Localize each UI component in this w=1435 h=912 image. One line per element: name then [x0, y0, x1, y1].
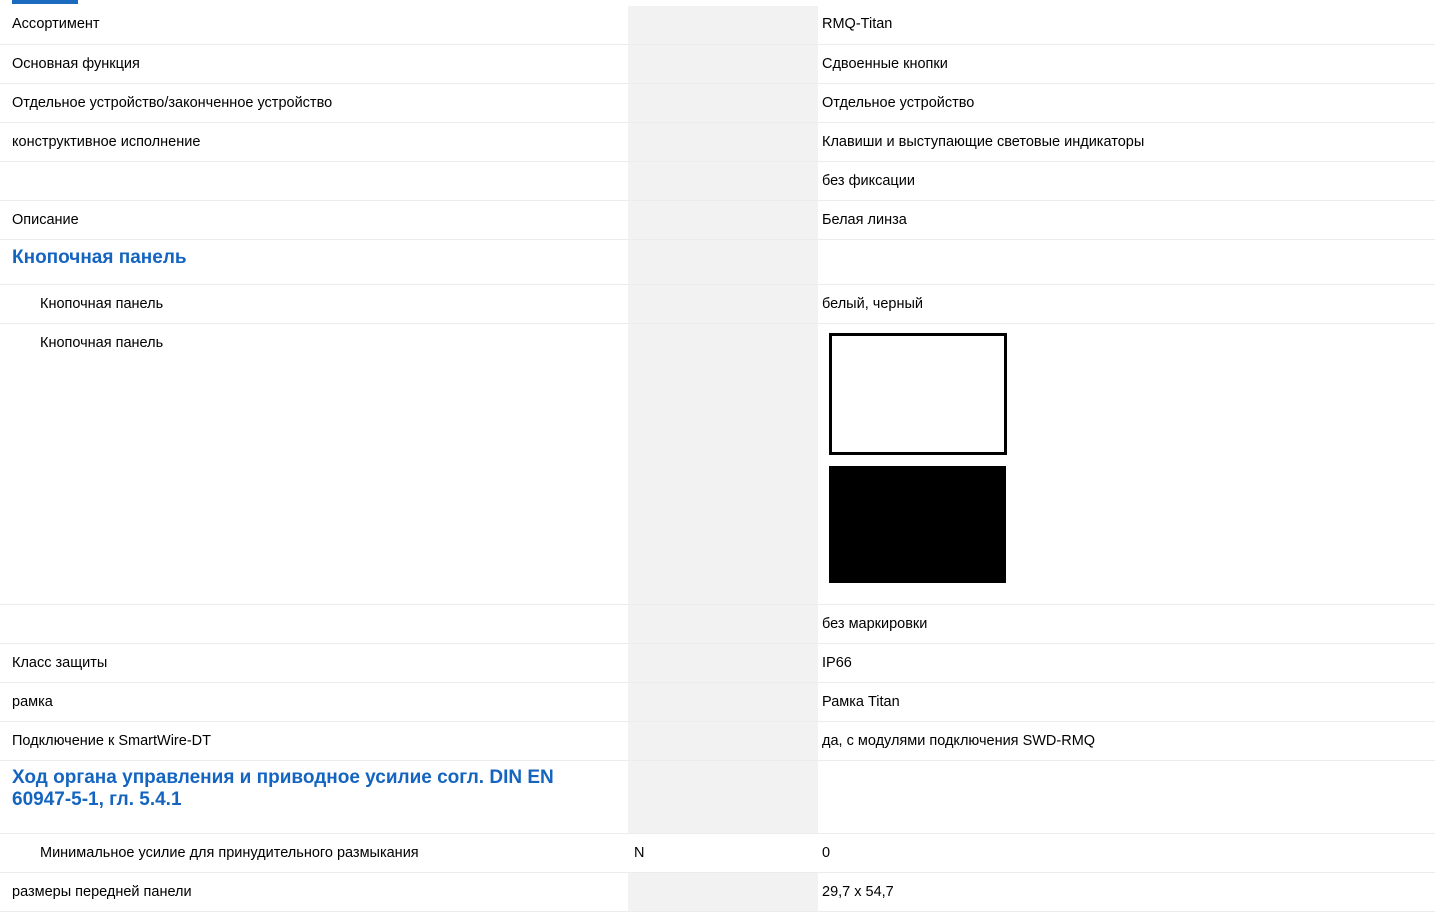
row-value: Белая линза	[818, 200, 1435, 240]
row-label: Класс защиты	[0, 643, 628, 683]
row-label	[0, 161, 628, 201]
row-value: да, с модулями подключения SWD-RMQ	[818, 721, 1435, 761]
row-label: Подключение к SmartWire-DT	[0, 721, 628, 761]
row-value: Сдвоенные кнопки	[818, 44, 1435, 84]
spec-row: Кнопочная панель белый, черный	[0, 284, 1435, 324]
spec-row: Класс защиты IP66	[0, 643, 1435, 683]
row-label: конструктивное исполнение	[0, 122, 628, 162]
section-title: Кнопочная панель	[0, 239, 628, 285]
section-title: Ход органа управления и приводное усилие…	[0, 760, 628, 834]
row-label	[0, 604, 628, 644]
row-label: Описание	[0, 200, 628, 240]
row-label: Кнопочная панель	[0, 284, 628, 324]
spec-row: рамка Рамка Titan	[0, 682, 1435, 722]
row-value: Рамка Titan	[818, 682, 1435, 722]
spec-row: конструктивное исполнение Клавиши и выст…	[0, 122, 1435, 162]
black-color-swatch	[829, 466, 1006, 583]
row-unit: N	[628, 833, 742, 873]
spec-row: размеры передней панели 29,7 x 54,7	[0, 872, 1435, 912]
row-value: RMQ-Titan	[818, 6, 1435, 45]
row-label: Отдельное устройство/законченное устройс…	[0, 83, 628, 123]
spec-row: Описание Белая линза	[0, 200, 1435, 240]
spec-row-color-swatches: Кнопочная панель	[0, 323, 1435, 605]
row-label: Основная функция	[0, 44, 628, 84]
spec-row: без маркировки	[0, 604, 1435, 644]
row-value: 0	[818, 833, 1435, 873]
row-label: рамка	[0, 682, 628, 722]
spec-row: без фиксации	[0, 161, 1435, 201]
spec-table: Ассортимент RMQ-Titan Основная функция С…	[0, 6, 1435, 912]
row-label: Ассортимент	[0, 6, 628, 45]
spec-row: Ассортимент RMQ-Titan	[0, 6, 1435, 45]
row-label: размеры передней панели	[0, 872, 628, 912]
row-value: без фиксации	[818, 161, 1435, 201]
spec-row: Минимальное усилие для принудительного р…	[0, 833, 1435, 873]
section-heading-button-panel: Кнопочная панель	[0, 239, 1435, 285]
row-unit	[628, 6, 742, 45]
row-value: белый, черный	[818, 284, 1435, 324]
spec-row: Основная функция Сдвоенные кнопки	[0, 44, 1435, 84]
spec-row: Подключение к SmartWire-DT да, с модулям…	[0, 721, 1435, 761]
row-value: без маркировки	[818, 604, 1435, 644]
row-value: IP66	[818, 643, 1435, 683]
top-accent-bar	[12, 0, 78, 4]
spec-row: Отдельное устройство/законченное устройс…	[0, 83, 1435, 123]
row-value: Клавиши и выступающие световые индикатор…	[818, 122, 1435, 162]
row-label: Кнопочная панель	[0, 323, 628, 605]
row-label: Минимальное усилие для принудительного р…	[0, 833, 628, 873]
section-heading-travel: Ход органа управления и приводное усилие…	[0, 760, 1435, 834]
row-value: Отдельное устройство	[818, 83, 1435, 123]
white-color-swatch	[829, 333, 1007, 455]
row-value: 29,7 x 54,7	[818, 872, 1435, 912]
